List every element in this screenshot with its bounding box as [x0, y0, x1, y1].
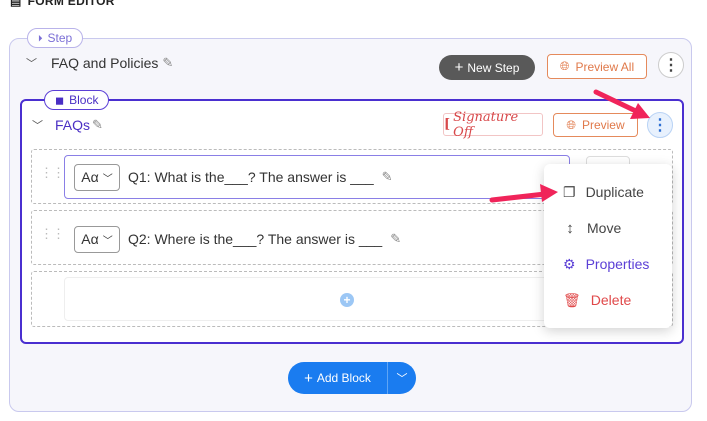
annotation-arrow-to-duplicate	[489, 184, 558, 203]
